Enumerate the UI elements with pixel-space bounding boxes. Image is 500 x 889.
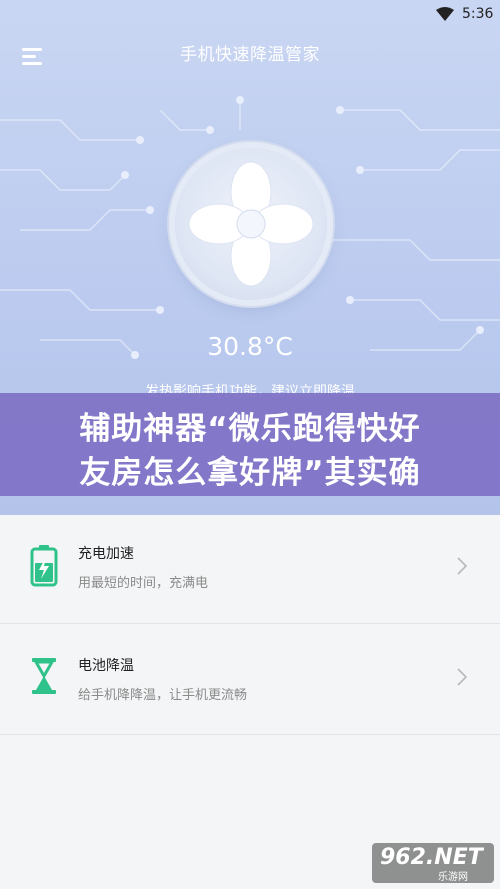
fan-icon[interactable] [175,148,327,300]
watermark-logo: 962.NET 乐游网 [372,843,494,883]
status-bar: 5:36 [0,0,500,30]
battery-charge-icon [30,545,58,587]
list-item-title: 充电加速 [78,546,134,562]
feature-list: 充电加速 用最短的时间，充满电 电池降温 给手机降降温，让手机更流畅 [0,515,500,889]
banner-line-1: 辅助神器“微乐跑得快好 [79,411,421,447]
watermark-brand: 962.NET [380,845,483,870]
status-time: 5:36 [462,6,494,22]
banner-line-2: 友房怎么拿好牌”其实确 [79,455,421,491]
list-item-title: 电池降温 [78,658,134,674]
hourglass-icon [32,658,56,694]
chevron-right-icon [457,668,468,686]
chevron-right-icon [457,557,468,575]
wifi-icon [436,7,454,21]
list-item-battery-cooling[interactable]: 电池降温 给手机降降温，让手机更流畅 [0,624,500,732]
list-item-subtitle: 给手机降降温，让手机更流畅 [78,688,248,703]
temperature-readout: 30.8°C [207,332,293,361]
list-item-charge-boost[interactable]: 充电加速 用最短的时间，充满电 [0,515,500,623]
list-item-subtitle: 用最短的时间，充满电 [78,576,209,591]
divider [0,734,500,735]
watermark-sub: 乐游网 [438,872,468,883]
overlay-banner: 辅助神器“微乐跑得快好 友房怎么拿好牌”其实确 [0,393,500,496]
app-title: 手机快速降温管家 [180,45,320,65]
